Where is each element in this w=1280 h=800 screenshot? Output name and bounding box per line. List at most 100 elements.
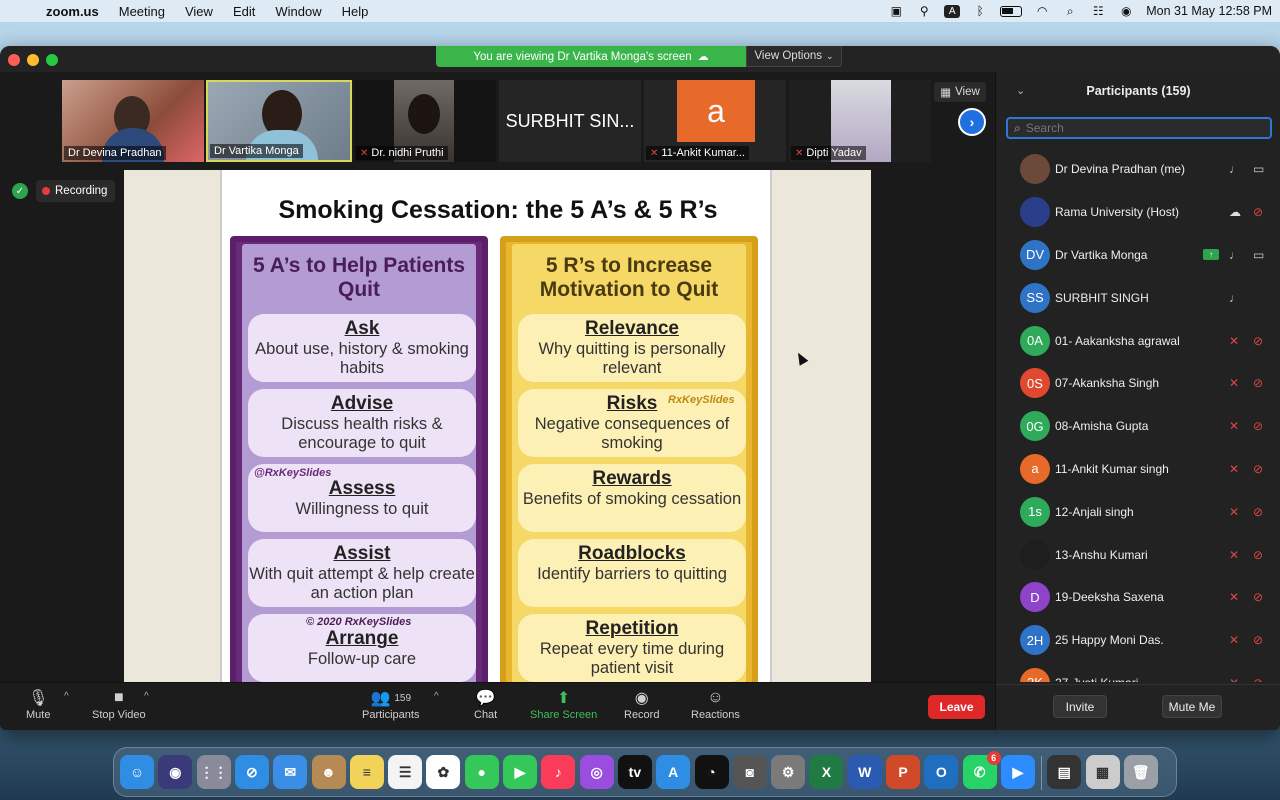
audio-options-caret-icon[interactable]: ^ [64, 691, 69, 702]
video-tile[interactable]: ✕ Dr. nidhi Pruthi [354, 80, 496, 162]
participant-row[interactable]: SS SURBHIT SINGH ♩ [996, 276, 1280, 319]
zoom-window-button[interactable] [46, 54, 58, 66]
facetime-icon[interactable]: ▣ [888, 4, 904, 18]
siri-icon[interactable]: ◉ [158, 755, 193, 789]
recording-indicator[interactable]: Recording [36, 180, 116, 202]
battery-icon[interactable] [1000, 5, 1023, 17]
mute-button[interactable]: 🎙 Mute [26, 687, 50, 721]
video-tile[interactable]: a ✕ 11-Ankit Kumar... [644, 80, 786, 162]
share-screen-button[interactable]: ⬆ Share Screen [530, 687, 597, 721]
participant-row[interactable]: 0A 01- Aakanksha agrawal ✕ ⊘ [996, 319, 1280, 362]
messages-icon[interactable]: ● [464, 755, 499, 789]
dock-glyph: A [668, 764, 679, 780]
participant-row[interactable]: 2H 25 Happy Moni Das. ✕ ⊘ [996, 619, 1280, 662]
clock[interactable]: Mon 31 May 12:58 PM [1146, 4, 1272, 18]
excel-icon[interactable]: X [809, 755, 844, 789]
video-camera-icon: ▭ [1253, 162, 1265, 177]
reactions-button[interactable]: ☺ Reactions [691, 687, 740, 721]
control-center-icon[interactable]: ☷ [1090, 4, 1106, 18]
close-window-button[interactable] [8, 54, 20, 66]
cloud-icon: ☁ [697, 51, 709, 63]
podcasts-icon[interactable]: ◎ [579, 755, 614, 789]
siri-icon[interactable]: ◉ [1118, 4, 1134, 18]
record-button[interactable]: ◉ Record [624, 687, 659, 721]
bluetooth-icon[interactable]: ᛒ [972, 4, 988, 18]
photos-icon[interactable]: ✿ [426, 755, 461, 789]
slide: Smoking Cessation: the 5 A’s & 5 R’s 5 A… [220, 170, 809, 684]
muted-mic-icon: ✕ [360, 147, 369, 159]
participant-row[interactable]: 0S 07-Akanksha Singh ✕ ⊘ [996, 362, 1280, 405]
invite-button[interactable]: Invite [1053, 695, 1107, 718]
participants-count: 159 [394, 692, 412, 704]
participant-name: 11-Ankit Kumar singh [1055, 461, 1169, 476]
next-page-arrow-icon[interactable]: › [958, 108, 986, 136]
participant-row[interactable]: 2K 27-Jyoti Kumari ✕ ⊘ [996, 662, 1280, 682]
minimize-window-button[interactable] [27, 54, 39, 66]
speedtest-icon[interactable]: ◔ [694, 755, 729, 789]
view-options-label: View Options [754, 50, 822, 62]
zoom-icon[interactable]: ▶ [1000, 755, 1035, 789]
menu-view[interactable]: View [175, 4, 223, 19]
participant-row[interactable]: DV Dr Vartika Monga ↑ ♩ ▭ [996, 234, 1280, 277]
stop-video-button[interactable]: ■ Stop Video [92, 687, 146, 721]
mail-icon[interactable]: ✉ [273, 755, 308, 789]
participant-row[interactable]: Dr Devina Pradhan (me) ♩ ▭ [996, 148, 1280, 191]
reminders-icon[interactable]: ☰ [388, 755, 423, 789]
recent-window-icon[interactable]: ▤ [1047, 755, 1082, 789]
video-options-caret-icon[interactable]: ^ [144, 691, 149, 702]
mute-me-button[interactable]: Mute Me [1162, 695, 1222, 718]
safari-icon[interactable]: ⊘ [234, 755, 269, 789]
chat-button[interactable]: 💬 Chat [474, 687, 497, 721]
search-input[interactable] [1025, 121, 1246, 135]
system-preferences-icon[interactable]: ⚙ [771, 755, 806, 789]
word-icon[interactable]: W [847, 755, 882, 789]
notes-icon[interactable]: ≡ [349, 755, 384, 789]
launchpad-icon[interactable]: ⋮⋮ [196, 755, 231, 789]
leave-button[interactable]: Leave [928, 695, 985, 719]
participant-row[interactable]: a 11-Ankit Kumar singh ✕ ⊘ [996, 448, 1280, 491]
whatsapp-icon[interactable]: ✆ 6 [962, 751, 1001, 789]
video-tile-active-speaker[interactable]: Dr Vartika Monga [206, 80, 352, 162]
menu-app-name[interactable]: zoom.us [36, 4, 109, 19]
participant-name: 07-Akanksha Singh [1055, 376, 1160, 391]
participant-search[interactable]: ⌕ [1006, 117, 1272, 139]
participant-row[interactable]: 13-Anshu Kumari ✕ ⊘ [996, 533, 1280, 576]
menu-help[interactable]: Help [332, 4, 379, 19]
menu-meeting[interactable]: Meeting [109, 4, 175, 19]
security-shield-icon[interactable]: ✓ [12, 183, 28, 199]
outlook-icon[interactable]: O [924, 755, 959, 789]
participants-caret-icon[interactable]: ^ [434, 691, 439, 702]
video-tile[interactable]: ✕ Dipti Yadav [789, 80, 931, 162]
music-icon[interactable]: ♪ [541, 755, 576, 789]
app-store-icon[interactable]: A [656, 755, 691, 789]
video-camera-icon: ■ [113, 689, 124, 706]
text-input-icon[interactable]: A [944, 4, 961, 18]
shared-screen[interactable]: Smoking Cessation: the 5 A’s & 5 R’s 5 A… [124, 170, 871, 684]
participant-row[interactable]: D 19-Deeksha Saxena ✕ ⊘ [996, 576, 1280, 619]
dock-glyph: ✿ [437, 763, 450, 780]
facetime-icon[interactable]: ▶ [503, 755, 537, 789]
gallery-view-button[interactable]: ▦ View [934, 82, 986, 102]
tv-icon[interactable]: tv [617, 755, 652, 789]
view-options-button[interactable]: View Options ⌄ [746, 46, 842, 67]
powerpoint-icon[interactable]: P [886, 755, 920, 789]
trash-icon[interactable]: 🗑 [1123, 755, 1158, 789]
participant-row[interactable]: Rama University (Host) ☁ ⊘ [996, 191, 1280, 234]
share-screen-label: Share Screen [530, 709, 598, 721]
menu-window[interactable]: Window [265, 4, 331, 19]
video-tile[interactable]: Dr Devina Pradhan [62, 80, 204, 162]
participants-button[interactable]: 👥 159 Participants [362, 687, 419, 721]
video-tile[interactable]: SURBHIT SIN... [499, 80, 641, 162]
participant-row[interactable]: 1s 12-Anjali singh ✕ ⊘ [996, 490, 1280, 533]
airdrop-icon[interactable]: ⚲ [916, 4, 932, 18]
menu-edit[interactable]: Edit [223, 4, 265, 19]
participant-row[interactable]: 0G 08-Amisha Gupta ✕ ⊘ [996, 405, 1280, 448]
wifi-icon[interactable]: ◠ [1034, 4, 1050, 18]
spotlight-icon[interactable]: ⌕ [1062, 4, 1078, 18]
finder-icon[interactable]: ☺ [120, 755, 154, 789]
screenshot-icon[interactable]: ◙ [732, 755, 767, 789]
dock-glyph: X [821, 764, 832, 780]
recent-document-icon[interactable]: ▦ [1085, 755, 1120, 789]
dock-glyph: ⋮⋮ [199, 763, 228, 780]
contacts-icon[interactable]: ☻ [311, 755, 346, 789]
